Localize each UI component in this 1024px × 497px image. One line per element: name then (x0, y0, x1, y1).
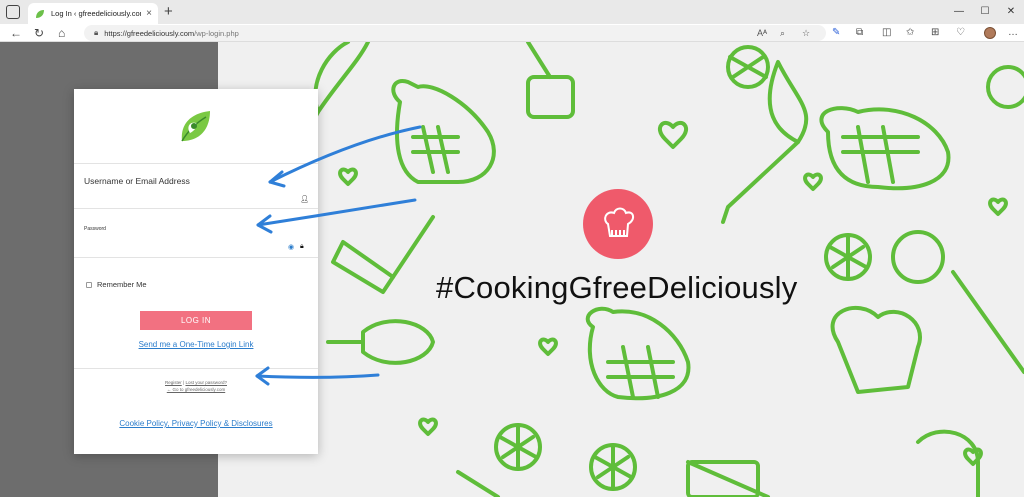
address-bar[interactable]: 🔒︎ https://gfreedeliciously.com/wp-login… (84, 25, 826, 41)
minimize-icon[interactable]: — (946, 0, 972, 22)
back-to-site-link[interactable]: ← Go to gfreedeliciously.com (167, 387, 225, 392)
lost-password-link[interactable]: Lost your password? (185, 380, 227, 385)
register-link[interactable]: Register (165, 380, 182, 385)
tab-bar: Log In ‹ gfreedeliciously.com — … × + — … (0, 0, 1024, 24)
login-card: Username or Email Address 👤︎ Password ◉ … (74, 89, 318, 454)
remember-me-label: Remember Me (97, 280, 147, 289)
window-controls: — ☐ ✕ (946, 0, 1024, 22)
login-button[interactable]: LOG IN (140, 311, 252, 330)
close-window-icon[interactable]: ✕ (998, 0, 1024, 22)
chef-hat-icon (604, 207, 634, 237)
url-text: https://gfreedeliciously.com/wp-login.ph… (104, 28, 239, 38)
tab-title: Log In ‹ gfreedeliciously.com — … (51, 9, 142, 18)
padlock-icon: 🔒︎ (300, 243, 304, 250)
zoom-icon[interactable]: ⌕ (780, 26, 785, 40)
refresh-icon[interactable]: ↻ (34, 25, 44, 41)
policy-link[interactable]: Cookie Policy, Privacy Policy & Disclosu… (74, 419, 318, 428)
password-field[interactable] (74, 257, 318, 258)
site-favicon-icon (36, 9, 44, 18)
new-tab-icon[interactable]: + (164, 3, 173, 21)
page-content: #CookingGfreeDeliciously Username or Ema… (0, 42, 1024, 497)
username-label: Username or Email Address (84, 176, 190, 186)
maximize-icon[interactable]: ☐ (972, 0, 998, 22)
show-password-eye-icon[interactable]: ◉ (288, 243, 294, 251)
browser-essentials-icon[interactable]: ♡ (956, 26, 965, 40)
favorites-icon[interactable]: ✩ (906, 26, 914, 40)
password-label: Password (84, 226, 106, 232)
read-aloud-icon[interactable]: Aᴬ (757, 26, 767, 40)
site-logo[interactable] (176, 107, 214, 147)
more-menu-icon[interactable]: … (1008, 26, 1018, 40)
profile-avatar[interactable] (984, 27, 996, 39)
lock-icon[interactable]: 🔒︎ (94, 28, 98, 38)
chef-hat-badge (583, 189, 653, 259)
remember-me-checkbox[interactable] (86, 281, 92, 288)
tab-close-icon[interactable]: × (146, 8, 152, 19)
collections-icon[interactable]: ⊞ (931, 26, 939, 40)
one-time-login-link[interactable]: Send me a One-Time Login Link (74, 340, 318, 349)
cooking-hashtag: #CookingGfreeDeliciously (436, 270, 798, 305)
browser-toolbar: ← ↻ ⌂ 🔒︎ https://gfreedeliciously.com/wp… (0, 24, 1024, 42)
remember-me-row: Remember Me (86, 280, 147, 289)
favorite-star-icon[interactable]: ☆ (802, 26, 810, 40)
account-links: Register | Lost your password? ← Go to g… (74, 379, 318, 393)
tab-actions-icon[interactable] (6, 5, 20, 19)
split-screen-icon[interactable]: ◫ (882, 26, 891, 40)
card-divider (74, 163, 318, 164)
user-icon: 👤︎ (300, 196, 309, 203)
extensions-icon[interactable]: ⧉ (856, 26, 863, 40)
back-icon[interactable]: ← (10, 25, 22, 41)
browser-tab[interactable]: Log In ‹ gfreedeliciously.com — … × (28, 3, 158, 24)
pen-extension-icon[interactable]: ✎ (832, 26, 840, 40)
username-field[interactable] (74, 208, 318, 209)
home-icon[interactable]: ⌂ (58, 25, 65, 41)
card-divider-lower (74, 368, 318, 369)
